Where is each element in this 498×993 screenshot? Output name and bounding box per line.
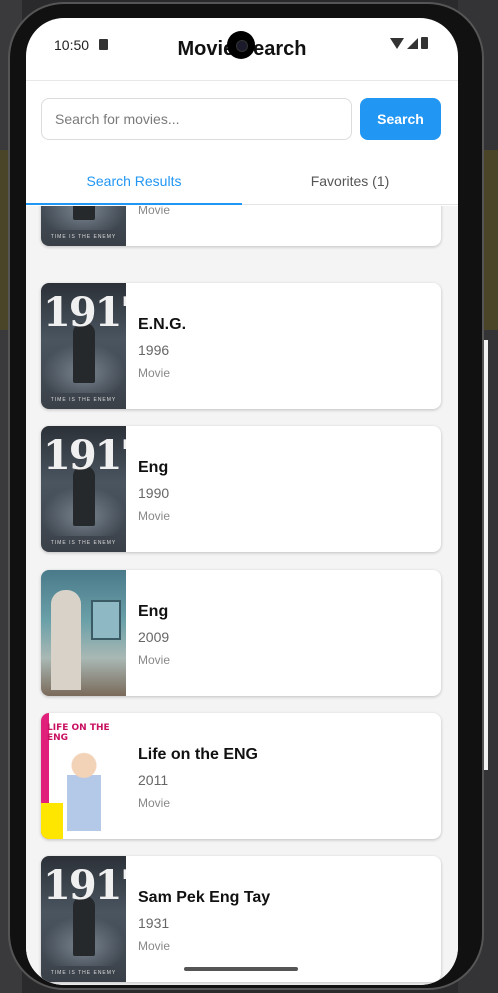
results-list[interactable]: TIME IS THE ENEMY Movie 1917 TIME IS THE…: [26, 206, 458, 985]
movie-card[interactable]: LIFE ON THE ENG Life on the ENG 2011 Mov…: [41, 713, 441, 839]
movie-type: Movie: [138, 796, 171, 810]
movie-title: Sam Pek Eng Tay: [138, 889, 271, 906]
tab-search-results[interactable]: Search Results: [26, 161, 242, 205]
movie-poster: [41, 570, 126, 696]
movie-poster: TIME IS THE ENEMY: [41, 206, 126, 246]
movie-type: Movie: [138, 939, 171, 953]
movie-card[interactable]: 1917 TIME IS THE ENEMY E.N.G. 1996 Movie: [41, 283, 441, 409]
movie-title: Life on the ENG: [138, 746, 258, 763]
search-button[interactable]: Search: [360, 98, 441, 140]
wifi-icon: [390, 37, 404, 49]
movie-year: 1990: [138, 485, 170, 501]
status-icons: [390, 37, 428, 49]
movie-card[interactable]: 1917 TIME IS THE ENEMY Eng 1990 Movie: [41, 426, 441, 552]
movie-poster: 1917 TIME IS THE ENEMY: [41, 426, 126, 552]
movie-year: 2011: [138, 772, 169, 788]
movie-poster: LIFE ON THE ENG: [41, 713, 126, 839]
phone-screen: 10:50 Movie Search Search Search Results…: [26, 18, 458, 985]
movie-title: E.N.G.: [138, 316, 187, 333]
movie-year: 2009: [138, 629, 170, 645]
movie-poster: 1917 TIME IS THE ENEMY: [41, 856, 126, 982]
home-indicator[interactable]: [184, 967, 298, 971]
tab-favorites[interactable]: Favorites (1): [242, 161, 458, 205]
movie-type: Movie: [138, 366, 171, 380]
battery-icon: [421, 37, 428, 49]
movie-card[interactable]: TIME IS THE ENEMY Movie: [41, 206, 441, 246]
cell-signal-icon: [407, 37, 418, 49]
movie-type: Movie: [138, 653, 171, 667]
movie-year: 1931: [138, 915, 170, 931]
front-camera: [227, 31, 255, 59]
movie-type: Movie: [138, 206, 171, 217]
header-divider: [26, 80, 458, 81]
movie-title: Eng: [138, 459, 169, 476]
movie-year: 1996: [138, 342, 170, 358]
status-bar: 10:50 Movie Search: [26, 18, 458, 72]
movie-type: Movie: [138, 509, 171, 523]
tab-bar: Search Results Favorites (1): [26, 161, 458, 205]
active-tab-indicator: [26, 203, 242, 205]
movie-poster: 1917 TIME IS THE ENEMY: [41, 283, 126, 409]
movie-card[interactable]: 1917 TIME IS THE ENEMY Sam Pek Eng Tay 1…: [41, 856, 441, 982]
movie-card[interactable]: Eng 2009 Movie: [41, 570, 441, 696]
search-input[interactable]: [41, 98, 352, 140]
movie-title: Eng: [138, 603, 169, 620]
